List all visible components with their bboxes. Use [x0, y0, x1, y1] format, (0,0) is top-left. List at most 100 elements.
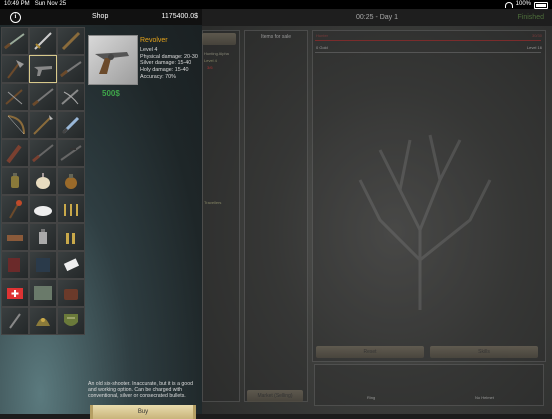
bullets-icon — [64, 204, 78, 216]
left-panel-extra: Travellers — [204, 200, 222, 205]
shop-item-cell[interactable] — [29, 279, 57, 307]
items-for-sale-panel: Items for sale — [244, 30, 308, 402]
shop-item-cell[interactable] — [1, 111, 29, 139]
shop-item-cell[interactable] — [1, 167, 29, 195]
shop-item-cell[interactable] — [57, 307, 85, 335]
shop-item-grid — [1, 27, 85, 335]
shotgun-icon — [4, 33, 25, 50]
bag-icon — [64, 289, 78, 300]
selected-item-frame — [88, 35, 138, 85]
shop-item-cell[interactable] — [1, 251, 29, 279]
selected-item-description: An old six-shooter. Inaccurate, but it i… — [88, 381, 193, 399]
hunter-gold: 0 Gold — [316, 45, 328, 50]
shop-item-cell[interactable] — [29, 83, 57, 111]
shop-item-cell[interactable] — [29, 55, 57, 83]
shop-item-cell[interactable] — [29, 195, 57, 223]
finished-button[interactable]: Finished — [518, 9, 544, 26]
shop-item-cell[interactable] — [57, 167, 85, 195]
shop-item-cell[interactable] — [57, 55, 85, 83]
musket-icon — [32, 144, 54, 163]
wifi-icon — [504, 2, 513, 8]
equip-slot-ring-label[interactable]: Ring — [367, 395, 375, 400]
reset-button[interactable]: Reset — [316, 346, 424, 358]
battery-percent: 100% — [515, 1, 531, 7]
items-for-sale-title: Items for sale — [260, 34, 291, 40]
crossbow-icon — [5, 89, 23, 105]
selected-item-holy: Holy damage: 15-40 — [140, 67, 189, 74]
hunter-panel: Hunter 30/30 0 Gold Level 16 — [312, 30, 546, 362]
shop-item-cell[interactable] — [57, 111, 85, 139]
dynamite-icon — [7, 235, 23, 241]
game-header: 00:25 - Day 1 Finished — [202, 9, 552, 26]
shop-item-cell[interactable] — [57, 83, 85, 111]
equip-slot-helmet-label[interactable]: No Helmet — [475, 395, 494, 400]
shop-item-cell[interactable] — [29, 111, 57, 139]
selected-item-stats: Level 4 Physical damage: 20-30 Silver da… — [140, 47, 198, 81]
left-panel-hp: 3/6 — [207, 65, 213, 70]
selected-item-physical: Physical damage: 20-30 — [140, 53, 198, 60]
shop-item-cell[interactable] — [57, 223, 85, 251]
shop-item-cell[interactable] — [29, 251, 57, 279]
shop-item-cell[interactable] — [29, 139, 57, 167]
shop-item-cell[interactable] — [57, 279, 85, 307]
status-bar: 10:49 PM Sun Nov 25 100% — [0, 0, 552, 9]
shop-title: Shop — [92, 13, 109, 20]
info-icon[interactable]: i — [10, 12, 21, 23]
shop-item-cell[interactable] — [29, 27, 57, 55]
holy-water-icon — [11, 173, 19, 188]
shop-item-cell[interactable] — [57, 251, 85, 279]
battery-icon — [534, 1, 548, 9]
shop-item-cell[interactable] — [1, 279, 29, 307]
selected-item-accuracy: Accuracy: 70% — [140, 73, 176, 80]
book-dark-icon — [36, 258, 50, 272]
shop-item-cell[interactable] — [1, 139, 29, 167]
shells-icon — [66, 233, 75, 244]
revolver-icon — [95, 52, 129, 74]
shield-icon — [64, 314, 78, 326]
shop-item-cell[interactable] — [1, 83, 29, 111]
hunter-name: Hunter — [316, 33, 329, 38]
selected-item-name: Revolver — [140, 37, 168, 44]
lantern-icon — [39, 229, 47, 244]
sniper-rifle-icon — [60, 145, 82, 161]
shop-item-cell[interactable] — [57, 139, 85, 167]
left-panel-label: Hunting Alpha — [204, 51, 229, 56]
knife-icon — [9, 313, 21, 329]
equipment-panel: Ring No Helmet — [314, 364, 544, 406]
book-icon — [8, 258, 20, 272]
shop-item-cell[interactable] — [29, 223, 57, 251]
map-icon — [34, 286, 52, 300]
helmet-icon — [36, 318, 50, 326]
shop-item-cell[interactable] — [29, 307, 57, 335]
shop-item-cell[interactable] — [29, 167, 57, 195]
selected-item-level: Level 4 — [140, 47, 158, 53]
shop-item-cell[interactable] — [1, 307, 29, 335]
torch-icon — [9, 200, 22, 219]
rifle-icon — [60, 61, 82, 78]
axe-icon — [7, 60, 24, 79]
shop-item-cell[interactable] — [1, 27, 29, 55]
spear-icon — [33, 115, 53, 135]
double-crossbow-icon — [61, 89, 79, 105]
left-panel-level: Level 4 — [204, 58, 217, 63]
shop-panel: i Shop 1175400.0$ Revolver Level 4 Physi… — [0, 9, 202, 419]
shop-item-cell[interactable] — [57, 195, 85, 223]
hunter-xp-bar — [315, 52, 541, 53]
salt-icon — [34, 206, 52, 216]
game-clock: 00:25 - Day 1 — [355, 14, 399, 21]
shop-item-cell[interactable] — [1, 55, 29, 83]
left-panel-scroll-button[interactable] — [202, 33, 236, 45]
hunter-level: Level 16 — [526, 45, 542, 50]
bow-icon — [7, 115, 25, 135]
buy-button[interactable]: Buy — [90, 405, 196, 419]
bayonet-rifle-icon — [32, 88, 54, 107]
stake-icon — [61, 31, 81, 51]
skills-button[interactable]: Skills — [430, 346, 538, 358]
revolver-icon — [34, 66, 52, 76]
shop-item-cell[interactable] — [57, 27, 85, 55]
market-button[interactable]: Market (Selling) — [247, 390, 303, 402]
shop-item-cell[interactable] — [1, 223, 29, 251]
note-icon — [63, 258, 80, 272]
left-game-panel: Hunting Alpha Level 4 3/6 Travellers — [202, 30, 240, 402]
shop-item-cell[interactable] — [1, 195, 29, 223]
